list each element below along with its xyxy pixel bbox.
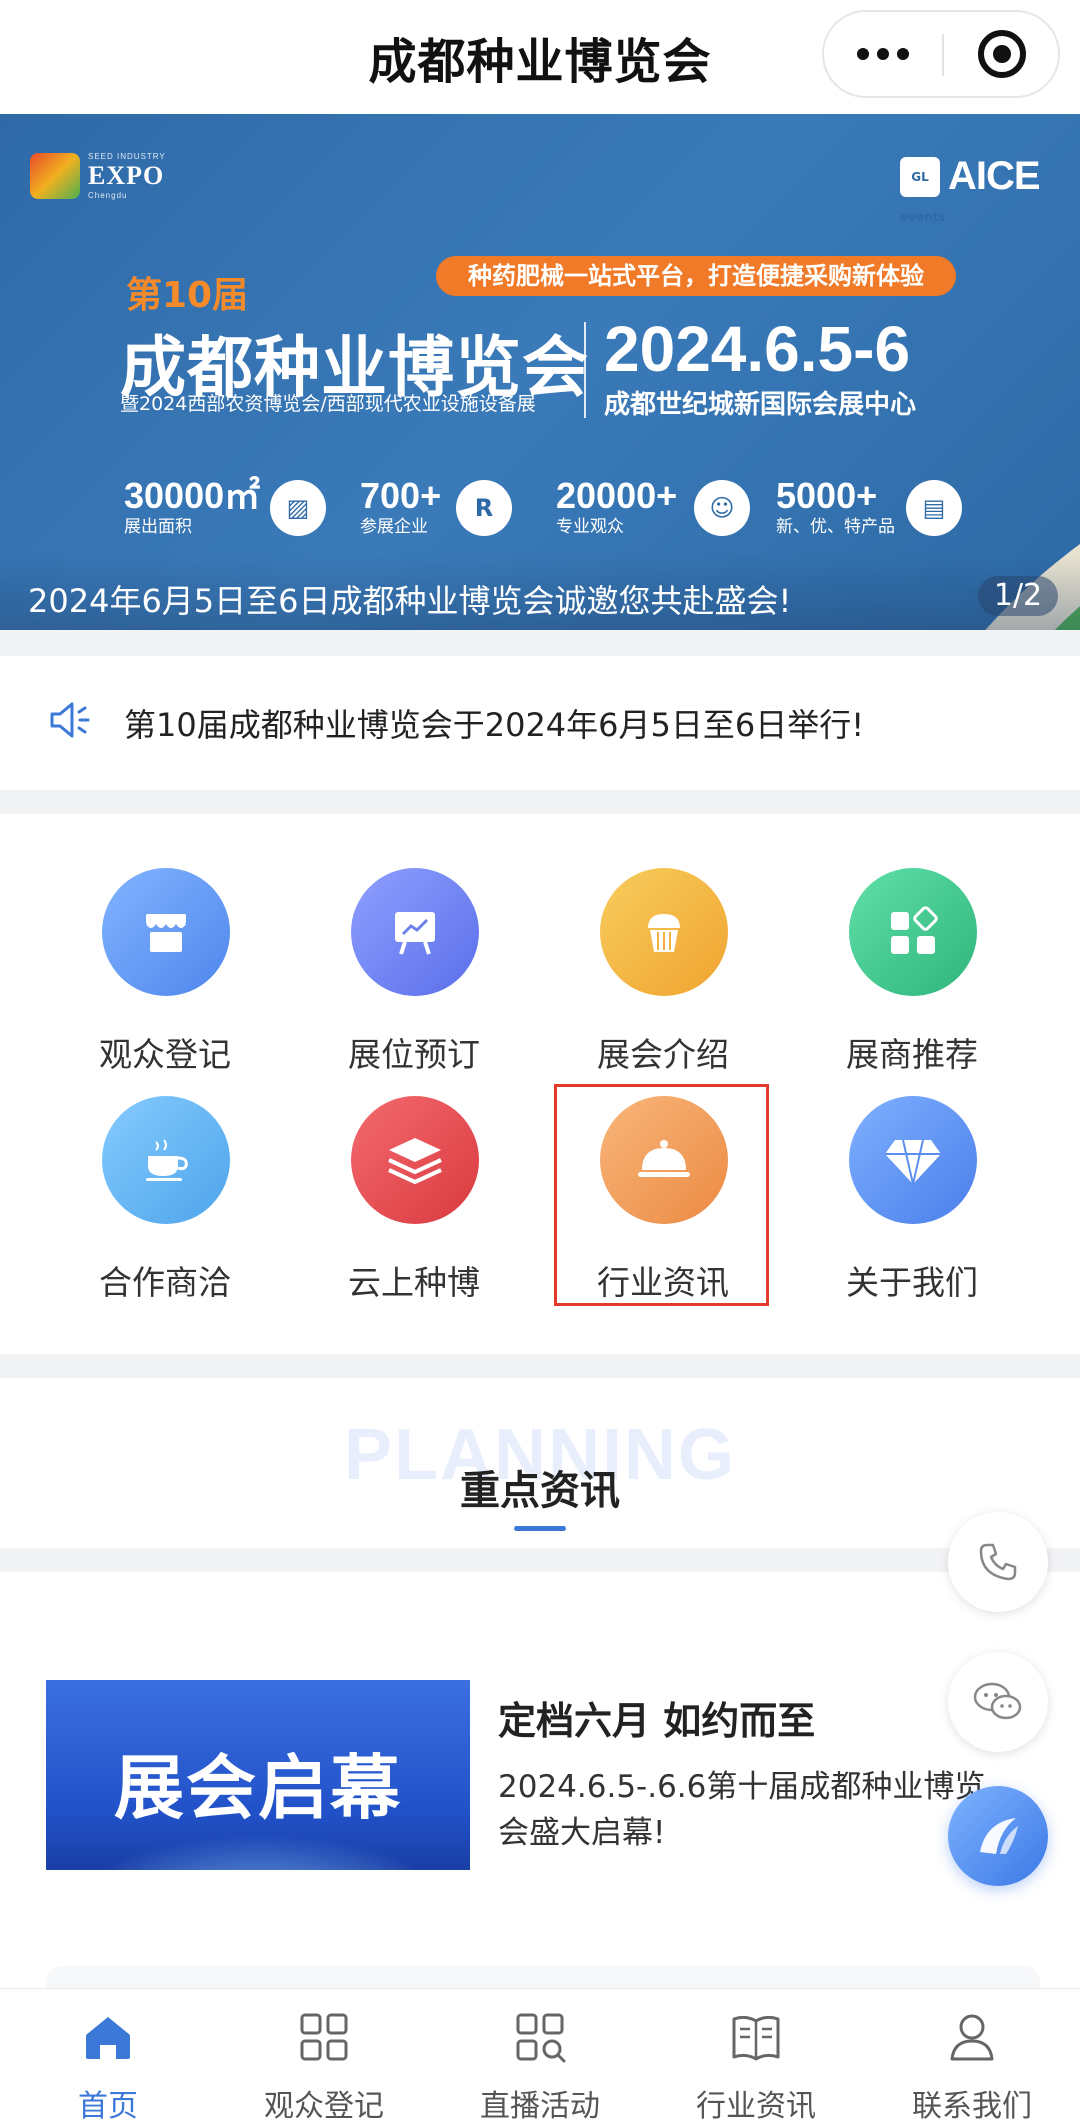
- book-icon: [732, 2015, 780, 2061]
- stat-number: 20000+: [556, 475, 678, 516]
- tab-audience-register[interactable]: 观众登记: [216, 1989, 432, 2127]
- capsule-divider: [942, 34, 944, 76]
- tab-label: 联系我们: [912, 2089, 1032, 2124]
- banner-pager: 1/2: [978, 576, 1058, 616]
- tab-contact-us[interactable]: 联系我们: [864, 1989, 1080, 2127]
- stat-exhibitors: 700+ 参展企业 R: [360, 475, 512, 538]
- area-icon: ▨: [270, 480, 326, 536]
- grid-search-icon: [516, 2013, 566, 2063]
- stat-products: 5000+ 新、优、特产品 ▤: [776, 475, 962, 538]
- close-target-icon[interactable]: [978, 30, 1026, 78]
- grid-item-audience-register[interactable]: 观众登记: [45, 814, 285, 1074]
- stat-label: 新、优、特产品: [776, 517, 895, 537]
- presentation-chart-icon: [351, 868, 479, 996]
- grid-icon: [300, 2013, 348, 2061]
- notice-text: 第10届成都种业博览会于2024年6月5日至6日举行!: [124, 706, 865, 744]
- banner-caption: 2024年6月5日至6日成都种业博览会诚邀您共赴盛会!: [28, 582, 792, 620]
- grid-item-expo-intro[interactable]: 展会介绍: [543, 814, 783, 1074]
- stat-label: 参展企业: [360, 517, 428, 537]
- banner-edition: 第10届: [126, 275, 249, 316]
- banner-carousel[interactable]: SEED INDUSTRY EXPO Chengdu GL events AIC…: [0, 114, 1080, 630]
- banner-divider: [584, 322, 586, 418]
- news-title[interactable]: 定档六月 如约而至: [498, 1690, 815, 1745]
- grid-item-exhibitor-recommend[interactable]: 展商推荐: [792, 814, 1032, 1074]
- logo-small-text: SEED INDUSTRY: [88, 152, 166, 161]
- title-bar: 成都种业博览会: [0, 0, 1080, 114]
- more-icon[interactable]: [824, 12, 942, 96]
- grid-item-booth-booking[interactable]: 展位预订: [294, 814, 534, 1074]
- stat-label: 专业观众: [556, 517, 624, 537]
- phone-icon: [979, 1543, 1017, 1581]
- section-underline: [514, 1526, 566, 1531]
- grid-item-cloud-expo[interactable]: 云上种博: [294, 1042, 534, 1302]
- banner-date: 2024.6.5-6: [604, 313, 911, 385]
- bottom-tab-bar: 首页 观众登记 直播活动 行业资讯 联系我们: [0, 1988, 1080, 2127]
- notice-bar[interactable]: 第10届成都种业博览会于2024年6月5日至6日举行!: [0, 656, 1080, 790]
- grid-item-label: 云上种博: [348, 1263, 480, 1302]
- tab-label: 直播活动: [480, 2089, 600, 2124]
- stat-visitors: 20000+ 专业观众 ☺: [556, 475, 750, 538]
- stat-label: 展出面积: [124, 517, 192, 537]
- tab-home[interactable]: 首页: [0, 1989, 216, 2127]
- organizer-logo: GL events AICE: [900, 154, 1041, 224]
- expo-logo-mark: [30, 153, 80, 199]
- diamond-icon: [849, 1096, 977, 1224]
- product-icon: ▤: [906, 480, 962, 536]
- organizer-badge: GL events: [900, 156, 946, 224]
- section-title: 重点资讯: [460, 1468, 620, 1514]
- tab-label: 首页: [78, 2089, 138, 2124]
- tab-label: 行业资讯: [696, 2089, 816, 2124]
- news-thumbnail-text: 展会启幕: [114, 1747, 402, 1829]
- home-icon: [86, 2017, 130, 2059]
- banner-stats: 30000㎡ 展出面积 ▨ 700+ 参展企业 R 20000+ 专业观众 ☺ …: [124, 476, 964, 546]
- ai-assistant-button[interactable]: [948, 1786, 1048, 1886]
- visitor-icon: ☺: [694, 480, 750, 536]
- ai-assistant-icon: [980, 1818, 1018, 1854]
- registered-icon: R: [456, 480, 512, 536]
- tab-label: 观众登记: [264, 2089, 384, 2124]
- speaker-icon: [50, 702, 90, 738]
- banner-venue: 成都世纪城新国际会展中心: [604, 390, 917, 420]
- logo-city: Chengdu: [88, 191, 128, 200]
- news-thumbnail[interactable]: 展会启幕: [46, 1680, 470, 1870]
- highlight-box: [554, 1084, 769, 1306]
- wechat-button[interactable]: [948, 1652, 1048, 1752]
- phone-button[interactable]: [948, 1512, 1048, 1612]
- tab-industry-news[interactable]: 行业资讯: [648, 1989, 864, 2127]
- grid-item-label: 合作商洽: [99, 1263, 231, 1302]
- banner-subtitle: 暨2024西部农资博览会/西部现代农业设施设备展: [120, 393, 536, 415]
- tab-live-events[interactable]: 直播活动: [432, 1989, 648, 2127]
- expo-logo: SEED INDUSTRY EXPO Chengdu: [30, 152, 166, 200]
- apps-icon: [849, 868, 977, 996]
- mini-program-capsule: [822, 10, 1060, 98]
- cupcake-icon: [600, 868, 728, 996]
- stat-number: 30000㎡: [124, 475, 261, 516]
- store-icon: [102, 868, 230, 996]
- feature-grid: 观众登记 展位预订 展会介绍 展商推荐 合作商洽 云上种博 行业资讯 关于我们: [0, 814, 1080, 1354]
- news-description: 2024.6.5-.6.6第十届成都种业博览会盛大启幕!: [498, 1769, 986, 1851]
- grid-item-label: 关于我们: [846, 1263, 978, 1302]
- banner-tagline: 种药肥械一站式平台，打造便捷采购新体验: [436, 256, 956, 296]
- organizer-text: AICE: [948, 154, 1041, 198]
- grid-item-about-us[interactable]: 关于我们: [792, 1042, 1032, 1302]
- stat-number: 5000+: [776, 475, 878, 516]
- user-icon: [950, 2014, 994, 2061]
- section-header: PLANNING 重点资讯: [0, 1378, 1080, 1548]
- grid-item-cooperation[interactable]: 合作商洽: [45, 1042, 285, 1302]
- wechat-icon: [973, 1682, 1022, 1720]
- news-list: 展会启幕 定档六月 如约而至 2024.6.5-.6.6第十届成都种业博览会盛大…: [0, 1572, 1080, 2006]
- layers-icon: [351, 1096, 479, 1224]
- stat-number: 700+: [360, 475, 442, 516]
- coffee-icon: [102, 1096, 230, 1224]
- logo-text: EXPO: [88, 161, 165, 190]
- stat-area: 30000㎡ 展出面积 ▨: [124, 475, 326, 538]
